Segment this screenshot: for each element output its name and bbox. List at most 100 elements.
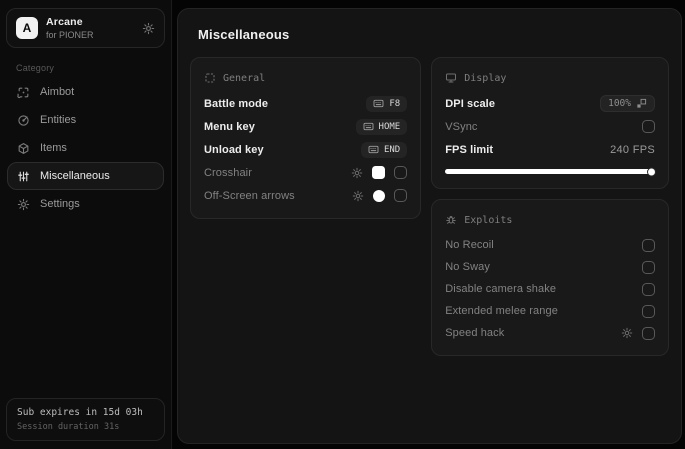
dpi-scale-selector[interactable]: 100% [600,95,655,112]
setting-row-offscreen-arrows: Off-Screen arrows [204,184,408,207]
setting-label: DPI scale [445,97,496,110]
keybind-value: F8 [389,98,401,109]
setting-row-vsync: VSync [445,115,655,138]
setting-label: Battle mode [204,97,269,110]
display-card-title: Display [464,72,507,84]
settings-columns: General Battle mode F8 Menu key HOME Unl… [190,57,669,356]
setting-label: VSync [445,120,478,133]
speed-hack-controls [621,326,655,340]
app-logo: A [16,17,38,39]
bug-icon [445,214,457,226]
general-card: General Battle mode F8 Menu key HOME Unl… [190,57,422,219]
keybind-button-unload-key[interactable]: END [360,141,408,158]
page-title: Miscellaneous [198,27,290,42]
sidebar-item-aimbot[interactable]: Aimbot [7,78,164,106]
fps-limit-slider-knob[interactable] [647,167,656,176]
display-card-header: Display [445,68,655,88]
monitor-icon [445,72,457,84]
package-icon [17,142,30,155]
speed-hack-settings-gear-icon[interactable] [621,327,633,339]
fps-limit-value: 240 FPS [610,143,655,156]
crosshair-controls [351,166,408,179]
setting-row-battle-mode: Battle mode F8 [204,92,408,115]
disable-camera-shake-checkbox[interactable] [642,282,655,296]
vsync-checkbox[interactable] [642,120,655,133]
display-card: Display DPI scale 100% VSync FPS limit 2… [431,57,669,189]
keybind-button-menu-key[interactable]: HOME [355,118,408,135]
app-meta: Arcane for PIONER [46,16,94,40]
sidebar-item-label: Miscellaneous [40,170,110,182]
sidebar-item-label: Aimbot [40,86,75,98]
keybind-value: END [383,144,401,155]
setting-row-speed-hack: Speed hack [445,322,655,344]
setting-row-fps-limit: FPS limit 240 FPS [445,138,655,161]
app-name: Arcane [46,16,83,28]
keyboard-icon [373,99,384,108]
radar-icon [17,114,30,127]
sidebar: A Arcane for PIONER Category Aimbot Enti… [0,0,172,449]
sub-expires-text: Sub expires in 15d 03h [17,407,143,418]
app-window: A Arcane for PIONER Category Aimbot Enti… [0,0,685,449]
sidebar-item-items[interactable]: Items [7,134,164,162]
scale-icon [636,98,647,109]
exploits-card: Exploits No Recoil No Sway Disable camer… [431,199,669,356]
general-card-title: General [223,72,266,84]
sidebar-item-label: Settings [40,198,80,210]
keyboard-icon [363,122,374,131]
setting-row-no-sway: No Sway [445,256,655,278]
sliders-icon [17,170,30,183]
setting-label: No Sway [445,261,490,273]
keybind-value: HOME [378,121,401,132]
app-header-card: A Arcane for PIONER [6,8,165,48]
no-sway-checkbox[interactable] [642,260,655,274]
setting-row-extended-melee-range: Extended melee range [445,300,655,322]
sidebar-item-settings[interactable]: Settings [7,190,164,218]
keyboard-icon [368,145,379,154]
general-card-header: General [204,68,407,88]
setting-label: No Recoil [445,239,494,251]
category-label: Category [16,63,55,73]
crosshair-settings-gear-icon[interactable] [351,167,363,179]
header-gear-icon[interactable] [142,22,155,35]
extended-melee-range-checkbox[interactable] [642,304,655,318]
keybind-button-battle-mode[interactable]: F8 [366,95,408,112]
sidebar-item-label: Entities [40,114,77,126]
crosshair-checkbox[interactable] [394,166,408,179]
exploits-card-header: Exploits [445,210,655,230]
offscreen-arrows-settings-gear-icon[interactable] [352,190,364,202]
app-subtitle: for PIONER [46,30,94,40]
setting-row-dpi-scale: DPI scale 100% [445,92,655,115]
crosshair-color-swatch[interactable] [372,166,386,179]
subscription-info-card: Sub expires in 15d 03h Session duration … [6,398,165,441]
sidebar-item-miscellaneous[interactable]: Miscellaneous [7,162,164,190]
app-logo-letter: A [22,21,32,35]
setting-row-unload-key: Unload key END [204,138,408,161]
setting-label: Speed hack [445,327,505,339]
dpi-scale-value: 100% [608,98,631,109]
setting-row-disable-camera-shake: Disable camera shake [445,278,655,300]
setting-label: Menu key [204,120,255,133]
setting-row-menu-key: Menu key HOME [204,115,408,138]
sidebar-item-label: Items [40,142,67,154]
exploits-card-title: Exploits [464,214,513,226]
setting-label: Unload key [204,143,264,156]
setting-row-crosshair: Crosshair [204,161,408,184]
speed-hack-checkbox[interactable] [642,326,655,340]
session-duration-text: Session duration 31s [17,422,120,432]
setting-label: Off-Screen arrows [204,189,295,202]
crosshair-target-icon [17,86,30,99]
no-recoil-checkbox[interactable] [642,238,655,252]
setting-row-no-recoil: No Recoil [445,234,655,256]
offscreen-arrows-color-swatch[interactable] [373,189,386,202]
gear-icon [17,198,30,211]
setting-label: FPS limit [445,143,494,156]
right-column: Display DPI scale 100% VSync FPS limit 2… [431,57,669,356]
main-panel: Miscellaneous General Battle mode F8 Men… [177,8,682,444]
offscreen-arrows-controls [352,189,408,202]
setting-label: Extended melee range [445,305,558,317]
fps-limit-slider[interactable] [445,167,656,176]
sidebar-item-entities[interactable]: Entities [7,106,164,134]
setting-label: Disable camera shake [445,283,557,295]
dashed-grid-icon [204,72,216,84]
offscreen-arrows-checkbox[interactable] [394,189,408,202]
